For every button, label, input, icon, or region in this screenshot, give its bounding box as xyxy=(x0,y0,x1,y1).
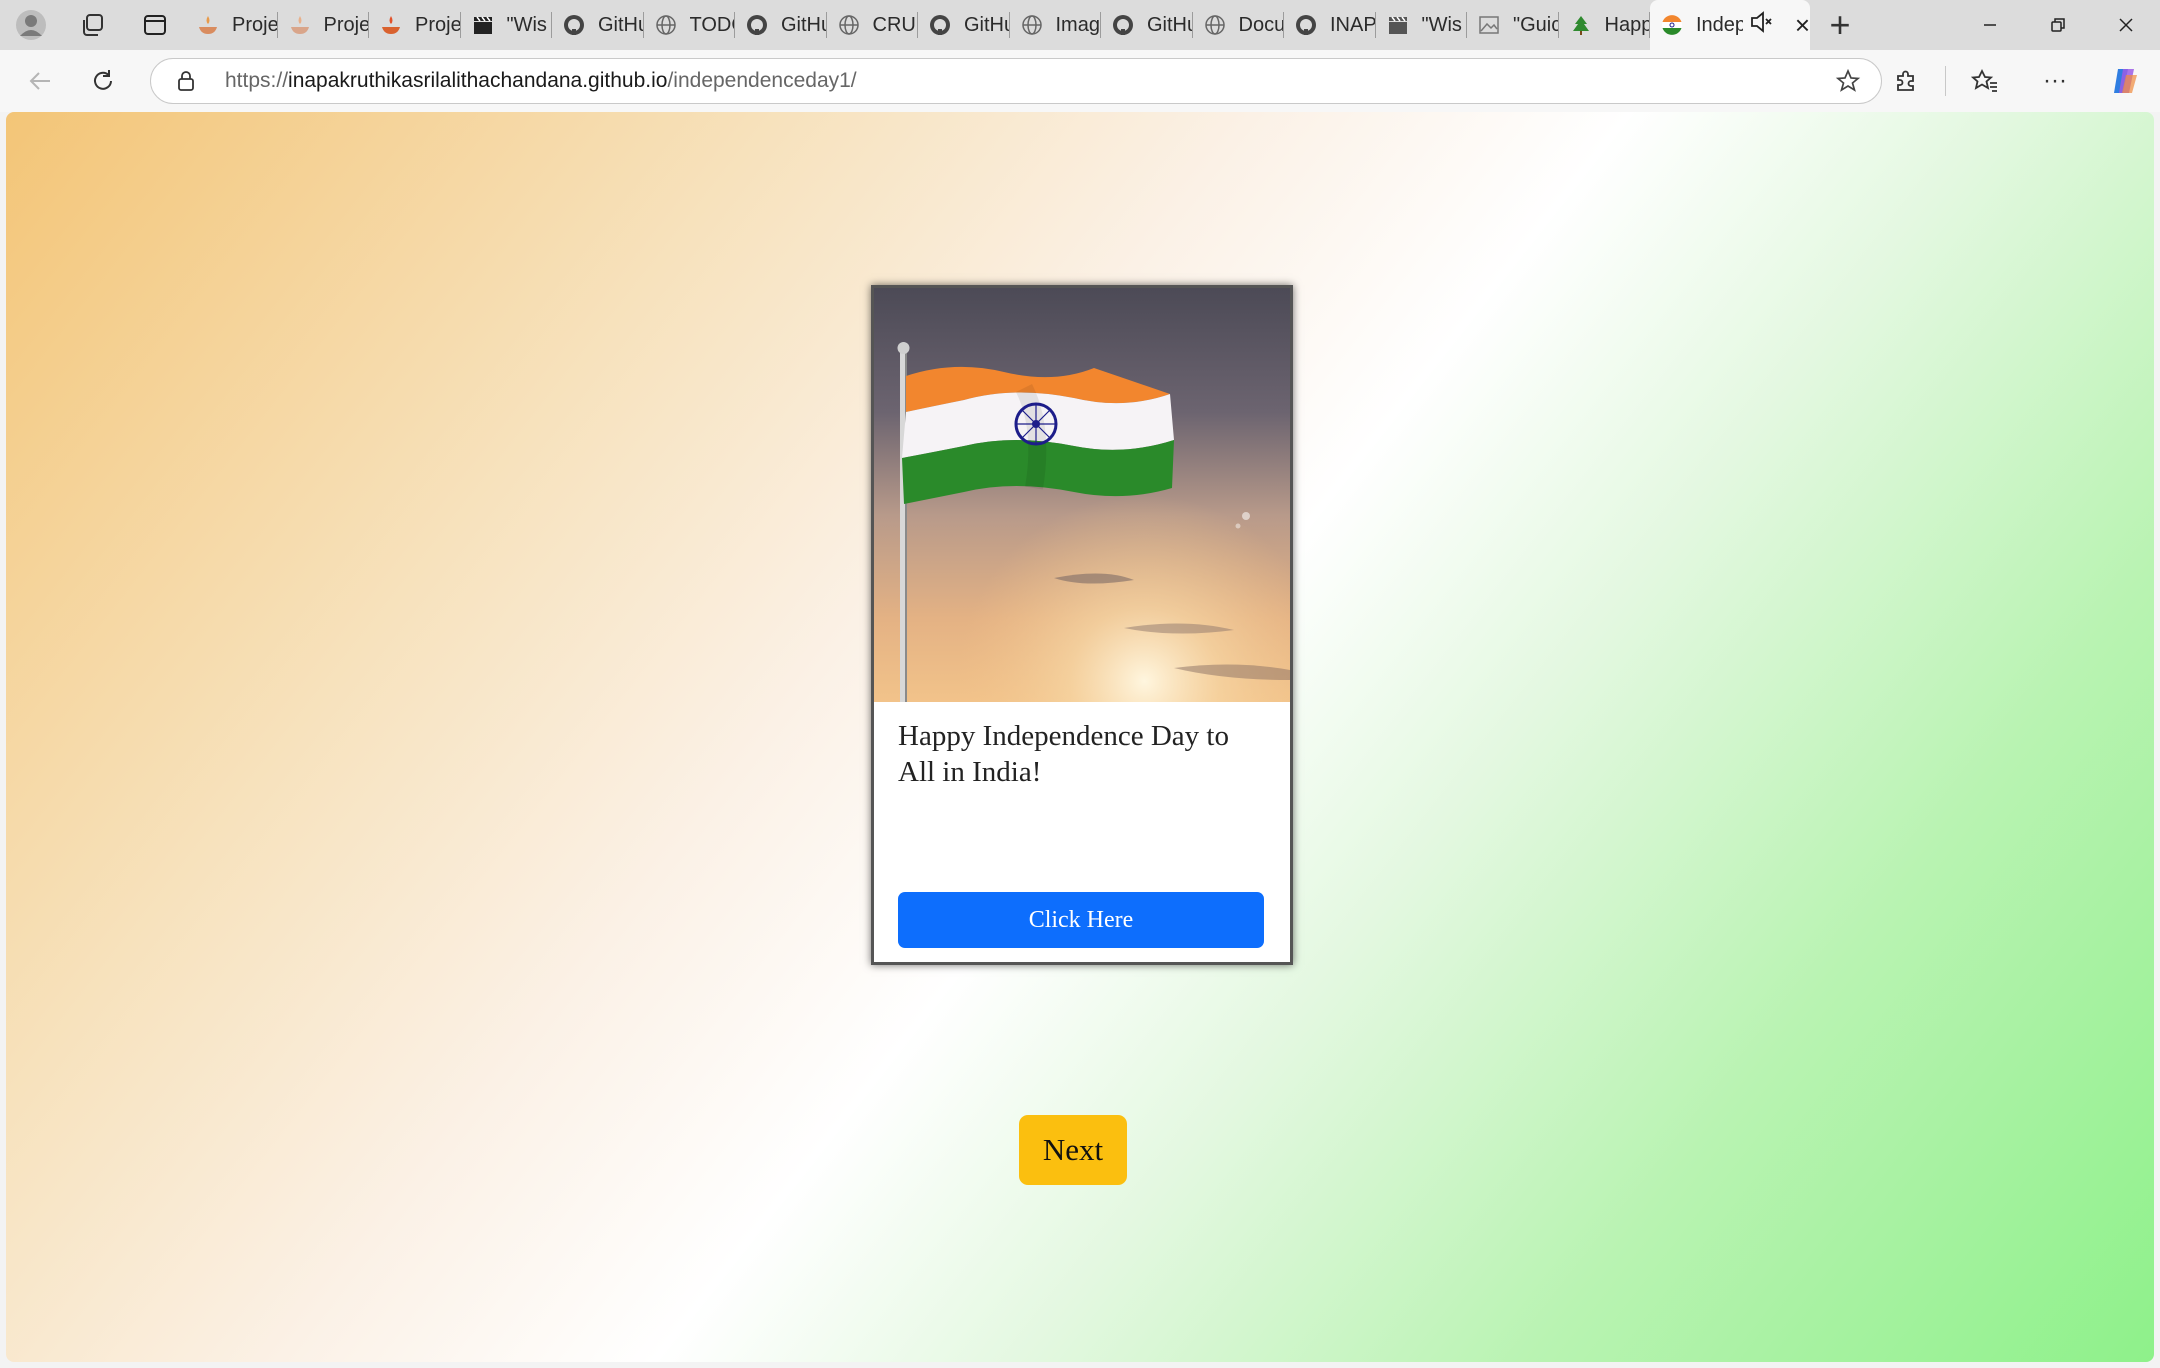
url-host: inapakruthikasrilalithachandana.github.i… xyxy=(288,69,668,92)
vertical-tabs-button[interactable] xyxy=(124,0,186,50)
copilot-button[interactable] xyxy=(2090,50,2160,112)
favorite-star-icon[interactable] xyxy=(1835,68,1861,100)
tab-title: Proje xyxy=(415,13,461,36)
refresh-button[interactable] xyxy=(72,50,134,112)
tab[interactable]: GitHu xyxy=(552,0,644,50)
tab[interactable]: CRUD xyxy=(827,0,919,50)
clapper-icon xyxy=(471,13,495,37)
minimize-icon xyxy=(1984,24,1996,26)
profile-button[interactable] xyxy=(0,0,62,50)
tab-title: GitHu xyxy=(598,13,644,36)
globe-icon xyxy=(1203,13,1227,37)
tab-title: GitHu xyxy=(781,13,827,36)
more-icon: ··· xyxy=(2043,67,2067,94)
diya-icon xyxy=(379,13,403,37)
tab-title: Indep xyxy=(1696,13,1743,36)
greeting-message: Happy Independence Day to All in India! xyxy=(898,720,1229,788)
browser-toolbar: https://inapakruthikasrilalithachandana.… xyxy=(0,50,2160,112)
tab[interactable]: GitHu xyxy=(918,0,1010,50)
diya-icon xyxy=(196,13,220,37)
github-icon xyxy=(562,13,586,37)
india-flag-image xyxy=(874,288,1290,702)
puzzle-icon xyxy=(1897,70,1914,91)
toolbar-actions: ··· xyxy=(1871,50,2160,112)
tab[interactable]: Proje xyxy=(278,0,370,50)
tab[interactable]: "Guic xyxy=(1467,0,1559,50)
tab[interactable]: Happ xyxy=(1559,0,1651,50)
tab-title: TODO xyxy=(689,13,736,36)
back-arrow-icon xyxy=(29,72,50,90)
clapper-icon xyxy=(1386,13,1410,37)
workspaces-icon xyxy=(83,14,103,36)
url-scheme: https:// xyxy=(225,69,289,92)
restore-button[interactable] xyxy=(2024,0,2092,50)
url-text: https://inapakruthikasrilalithachandana.… xyxy=(225,69,857,93)
tab[interactable]: Proje xyxy=(186,0,278,50)
minimize-button[interactable] xyxy=(1956,0,2024,50)
tab-title: "Wis xyxy=(506,13,547,36)
tree-icon xyxy=(1569,13,1593,37)
github-icon xyxy=(928,13,952,37)
india-flag-icon xyxy=(1660,13,1684,37)
copilot-icon xyxy=(2114,69,2137,93)
favorites-button[interactable] xyxy=(1950,50,2020,112)
close-window-button[interactable] xyxy=(2092,0,2160,50)
diya-icon xyxy=(288,13,312,37)
tab-list: Proje Proje Proje "Wis GitHu TODO GitHu … xyxy=(186,0,1810,50)
more-options-button[interactable]: ··· xyxy=(2020,50,2090,112)
tab-title: CRUD xyxy=(872,13,919,36)
close-icon xyxy=(2119,18,2133,32)
tab-title: "Guic xyxy=(1513,13,1559,36)
url-path: /independenceday1/ xyxy=(667,69,857,92)
tab-title: GitHu xyxy=(964,13,1010,36)
image-icon xyxy=(1477,13,1501,37)
tab-title: Proje xyxy=(323,13,370,36)
tab[interactable]: Docu xyxy=(1193,0,1285,50)
tab-active[interactable]: Indep × xyxy=(1650,0,1810,50)
extensions-button[interactable] xyxy=(1871,50,1941,112)
favorites-icon xyxy=(1971,68,1997,92)
tab[interactable]: GitHu xyxy=(1101,0,1193,50)
tab-title: Happ xyxy=(1604,13,1651,36)
tab-title: GitHu xyxy=(1147,13,1193,36)
close-tab-icon[interactable]: × xyxy=(1795,10,1810,41)
tab-title: Proje xyxy=(232,13,278,36)
mute-tab-icon[interactable] xyxy=(1749,9,1775,41)
tab[interactable]: Proje xyxy=(369,0,461,50)
globe-icon xyxy=(1020,13,1044,37)
tab[interactable]: TODO xyxy=(644,0,736,50)
greeting-card: Happy Independence Day to All in India! … xyxy=(871,285,1293,965)
profile-icon xyxy=(16,10,46,40)
address-bar[interactable]: https://inapakruthikasrilalithachandana.… xyxy=(150,58,1882,104)
tab-title: Docu xyxy=(1238,13,1285,36)
window-controls xyxy=(1956,0,2160,50)
globe-icon xyxy=(654,13,678,37)
page-viewport: Happy Independence Day to All in India! … xyxy=(6,112,2154,1362)
lock-icon[interactable] xyxy=(159,70,213,92)
refresh-icon xyxy=(94,70,112,90)
tab[interactable]: Imag xyxy=(1010,0,1102,50)
new-tab-button[interactable]: + xyxy=(1810,0,1870,50)
back-button[interactable] xyxy=(10,50,72,112)
click-here-button[interactable]: Click Here xyxy=(898,892,1264,948)
next-button[interactable]: Next xyxy=(1019,1115,1127,1185)
tab-title: Imag xyxy=(1055,13,1100,36)
tab-title: "Wis xyxy=(1421,13,1462,36)
plus-icon: + xyxy=(1829,4,1851,45)
github-icon xyxy=(1294,13,1318,37)
tab-strip: Proje Proje Proje "Wis GitHu TODO GitHu … xyxy=(0,0,2160,50)
tab[interactable]: GitHu xyxy=(735,0,827,50)
tab[interactable]: "Wis xyxy=(1376,0,1468,50)
tab[interactable]: "Wis xyxy=(461,0,553,50)
restore-icon xyxy=(2051,18,2065,32)
github-icon xyxy=(1111,13,1135,37)
globe-icon xyxy=(837,13,861,37)
github-icon xyxy=(745,13,769,37)
tab-actions-icon xyxy=(144,15,166,35)
tab-title: INAP xyxy=(1330,13,1376,36)
tab[interactable]: INAP xyxy=(1284,0,1376,50)
workspaces-button[interactable] xyxy=(62,0,124,50)
toolbar-divider xyxy=(1945,66,1946,96)
